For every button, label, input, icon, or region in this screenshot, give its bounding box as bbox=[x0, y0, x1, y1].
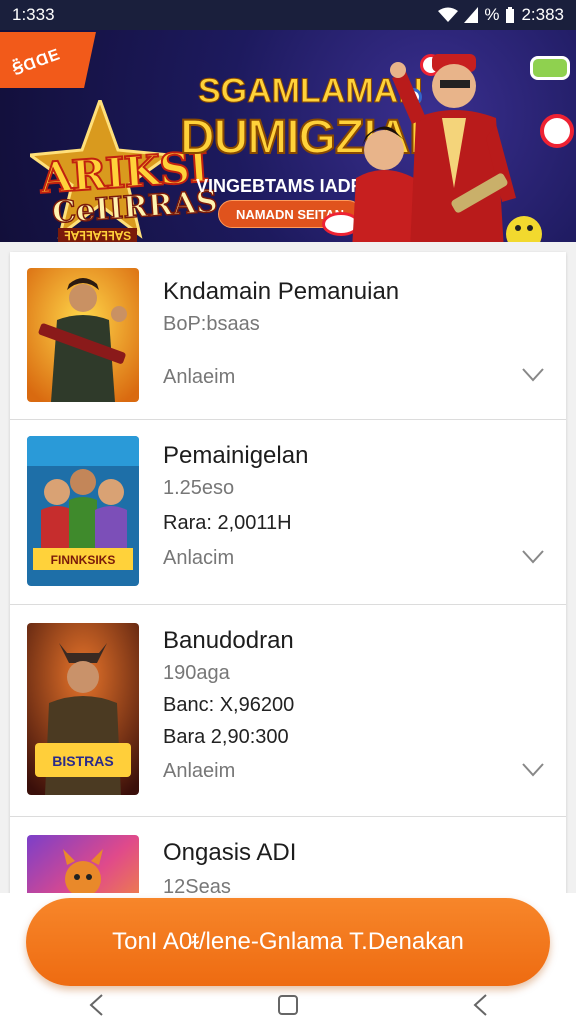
game-price-secondary: Bara 2,90:300 bbox=[163, 726, 289, 748]
game-list: Kndamain Pemanuian BoP:bsaas Anlaeim FIN… bbox=[10, 252, 566, 937]
signal-icon bbox=[464, 7, 479, 23]
status-time: 1:333 bbox=[12, 5, 55, 24]
game-thumbnail: BISTRAS bbox=[27, 623, 139, 795]
promo-banner[interactable]: Ꞩ̈ⱭⱭE ARIKSI CeIIRRAS ꟻⱯꟻꟻⱯꟻꟻⱯS SGAMLAMA… bbox=[0, 30, 576, 242]
wifi-icon bbox=[438, 7, 459, 22]
game-price: Banc: X,96200 bbox=[163, 694, 295, 716]
game-action-label: Anlacim bbox=[163, 547, 235, 569]
game-name: Ongasis ADI bbox=[163, 839, 297, 866]
back-icon bbox=[89, 994, 103, 1016]
status-time-right: 2:383 bbox=[521, 5, 564, 24]
game-art-image: BISTRAS bbox=[27, 623, 139, 795]
game-action-label: Anlaeim bbox=[163, 366, 236, 388]
system-nav-bar bbox=[0, 986, 576, 1024]
recents-icon bbox=[473, 994, 487, 1016]
nav-home-button[interactable] bbox=[258, 990, 318, 1020]
thumbnail-title: BISTRAS bbox=[52, 753, 113, 769]
game-thumbnail: FINNKSIKS bbox=[27, 436, 139, 586]
game-art-image bbox=[27, 268, 139, 402]
status-bar: 1:333 % 2:383 bbox=[0, 0, 576, 30]
list-item[interactable]: FINNKSIKS Pemainigelan 1.25eso Rara: 2,0… bbox=[10, 420, 566, 605]
battery-icon bbox=[506, 7, 515, 23]
game-action-label: Anlaeim bbox=[163, 760, 236, 782]
game-name: Banudodran bbox=[163, 627, 294, 654]
chevron-down-icon[interactable] bbox=[522, 763, 544, 777]
list-item[interactable]: Kndamain Pemanuian BoP:bsaas Anlaeim bbox=[10, 252, 566, 420]
game-art-image: FINNKSIKS bbox=[27, 436, 139, 586]
home-icon bbox=[278, 995, 298, 1015]
primary-cta-button[interactable]: TonI A0ᵵ/lene-Gnlama T.Denakan bbox=[26, 898, 550, 986]
game-logo-tagline: ꟻⱯꟻꟻⱯꟻꟻⱯS bbox=[58, 228, 138, 242]
thumbnail-title: FINNKSIKS bbox=[51, 553, 116, 567]
list-item[interactable]: BISTRAS Banudodran 190aga Banc: X,96200 … bbox=[10, 605, 566, 817]
nav-recents-button[interactable] bbox=[450, 990, 510, 1020]
game-price: Rara: 2,0011H bbox=[163, 512, 292, 534]
status-right: % 2:383 bbox=[438, 5, 564, 25]
game-name: Kndamain Pemanuian bbox=[163, 278, 400, 305]
nav-back-button[interactable] bbox=[66, 990, 126, 1020]
chevron-down-icon[interactable] bbox=[522, 368, 544, 382]
game-size: 1.25eso bbox=[163, 477, 235, 499]
game-size: 190aga bbox=[163, 662, 230, 684]
game-size: BoP:bsaas bbox=[163, 313, 260, 335]
chevron-down-icon[interactable] bbox=[522, 550, 544, 564]
game-thumbnail bbox=[27, 268, 139, 402]
hero-characters-illustration bbox=[352, 54, 542, 242]
game-name: Pemainigelan bbox=[163, 442, 309, 469]
battery-percent: % bbox=[484, 5, 500, 24]
